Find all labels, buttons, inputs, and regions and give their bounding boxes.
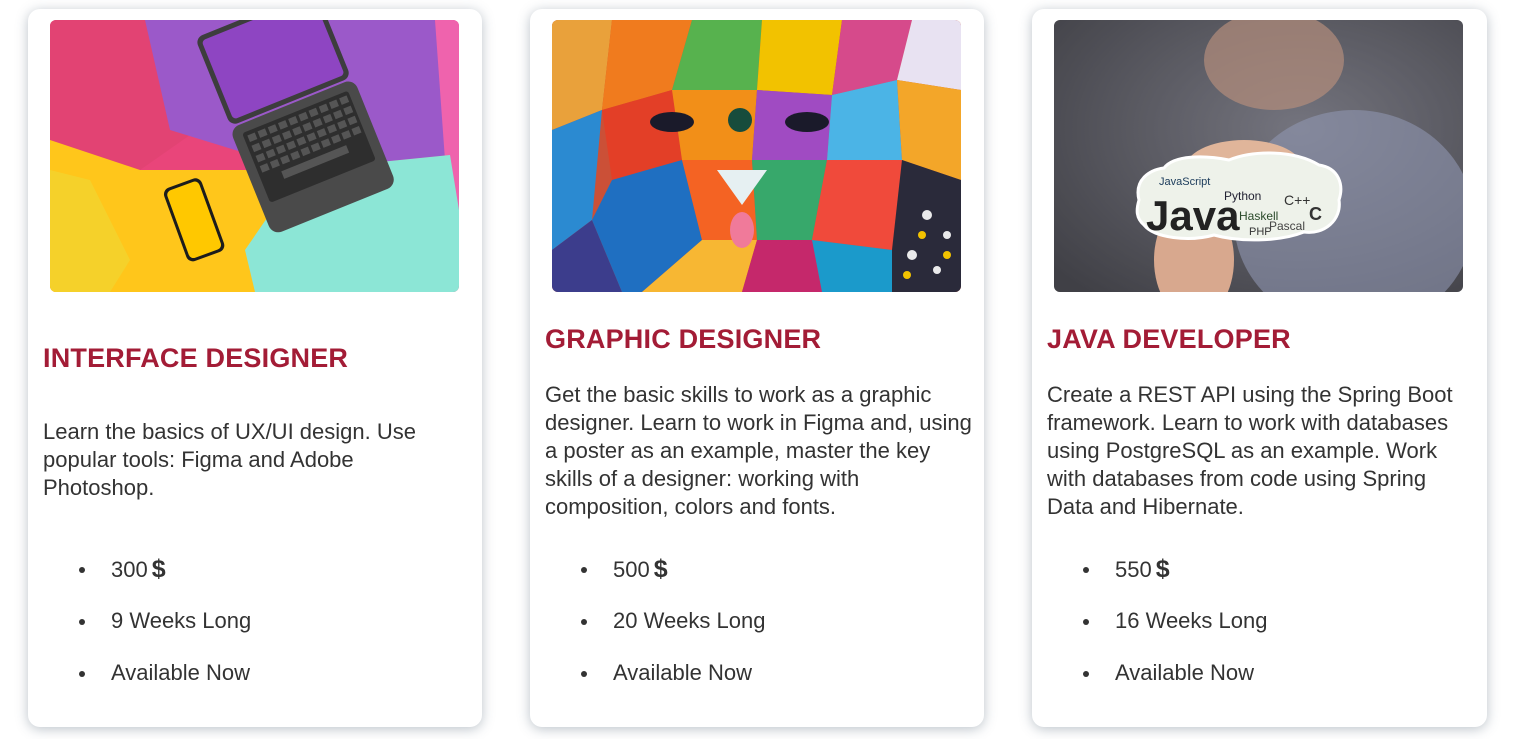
course-duration: 9 Weeks Long [28, 607, 251, 659]
dollar-icon: $ [151, 555, 166, 583]
laptop-and-phone-image [50, 20, 459, 292]
course-facts-list: 500 $ 20 Weeks Long Available Now [530, 555, 765, 711]
svg-text:Pascal: Pascal [1269, 219, 1305, 233]
course-facts-list: 300 $ 9 Weeks Long Available Now [28, 555, 251, 711]
course-title: INTERFACE DESIGNER [43, 343, 349, 373]
course-description: Get the basic skills to work as a graphi… [545, 382, 972, 519]
course-availability: Available Now [28, 659, 251, 711]
svg-text:JavaScript: JavaScript [1159, 176, 1210, 188]
course-card-interface-designer[interactable]: INTERFACE DESIGNER Learn the basics of U… [28, 9, 482, 727]
price-value: 500 [613, 557, 650, 582]
course-price: 300 $ [28, 555, 251, 607]
dollar-icon: $ [1155, 555, 1170, 583]
geometric-bear-mural-image [552, 20, 961, 292]
course-facts-list: 550 $ 16 Weeks Long Available Now [1032, 555, 1267, 711]
svg-text:Python: Python [1224, 189, 1261, 203]
price-value: 300 [111, 557, 148, 582]
course-description: Create a REST API using the Spring Boot … [1047, 382, 1453, 519]
java-sticker-image: Java JavaScript Python Haskell PHP Pasca… [1054, 20, 1463, 292]
course-card-graphic-designer[interactable]: GRAPHIC DESIGNER Get the basic skills to… [530, 9, 984, 727]
course-description: Learn the basics of UX/UI design. Use po… [43, 419, 416, 500]
course-title: JAVA DEVELOPER [1047, 324, 1291, 354]
svg-text:C++: C++ [1284, 192, 1310, 208]
course-price: 500 $ [530, 555, 765, 607]
course-availability: Available Now [530, 659, 765, 711]
price-value: 550 [1115, 557, 1152, 582]
geometric-bear-mural-illustration [552, 20, 961, 292]
course-duration: 16 Weeks Long [1032, 607, 1267, 659]
dollar-icon: $ [653, 555, 668, 583]
course-duration: 20 Weeks Long [530, 607, 765, 659]
course-title: GRAPHIC DESIGNER [545, 324, 822, 354]
course-availability: Available Now [1032, 659, 1267, 711]
laptop-and-phone-illustration [50, 20, 459, 292]
course-card-java-developer[interactable]: Java JavaScript Python Haskell PHP Pasca… [1032, 9, 1487, 727]
svg-text:C: C [1309, 204, 1322, 224]
course-price: 550 $ [1032, 555, 1267, 607]
java-sticker-illustration: Java JavaScript Python Haskell PHP Pasca… [1054, 20, 1463, 292]
